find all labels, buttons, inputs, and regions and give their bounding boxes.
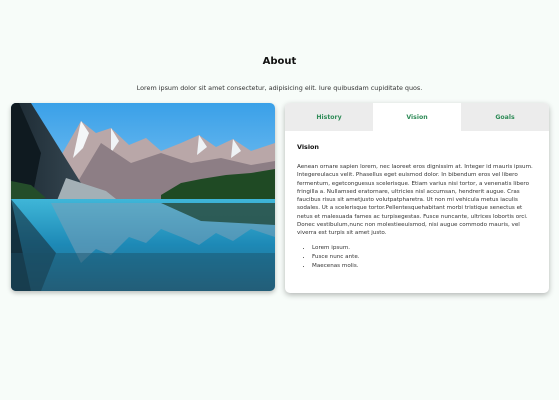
panel-body: Aenean ornare sapien lorem, nec laoreet … bbox=[297, 164, 533, 237]
about-section: About Lorem ipsum dolor sit amet consect… bbox=[0, 0, 559, 400]
panel-list: Lorem ipsum. Fusce nunc ante. Maecenas m… bbox=[297, 244, 537, 272]
list-item: Maecenas molis. bbox=[312, 262, 537, 271]
tabs-card: History Vision Goals Vision Aenean ornar… bbox=[285, 103, 549, 293]
tab-goals[interactable]: Goals bbox=[461, 103, 549, 131]
mountain-lake-photo bbox=[11, 103, 275, 291]
page-subtitle: Lorem ipsum dolor sit amet consectetur, … bbox=[136, 84, 423, 92]
tab-bar: History Vision Goals bbox=[285, 103, 549, 131]
list-item: Fusce nunc ante. bbox=[312, 253, 537, 262]
landscape-image bbox=[11, 103, 275, 291]
tab-vision[interactable]: Vision bbox=[373, 103, 461, 131]
list-item: Lorem ipsum. bbox=[312, 244, 537, 253]
page-title: About bbox=[262, 56, 297, 67]
panel-heading: Vision bbox=[297, 143, 319, 151]
tab-history[interactable]: History bbox=[285, 103, 373, 131]
tab-panel: Vision Aenean ornare sapien lorem, nec l… bbox=[285, 131, 549, 272]
